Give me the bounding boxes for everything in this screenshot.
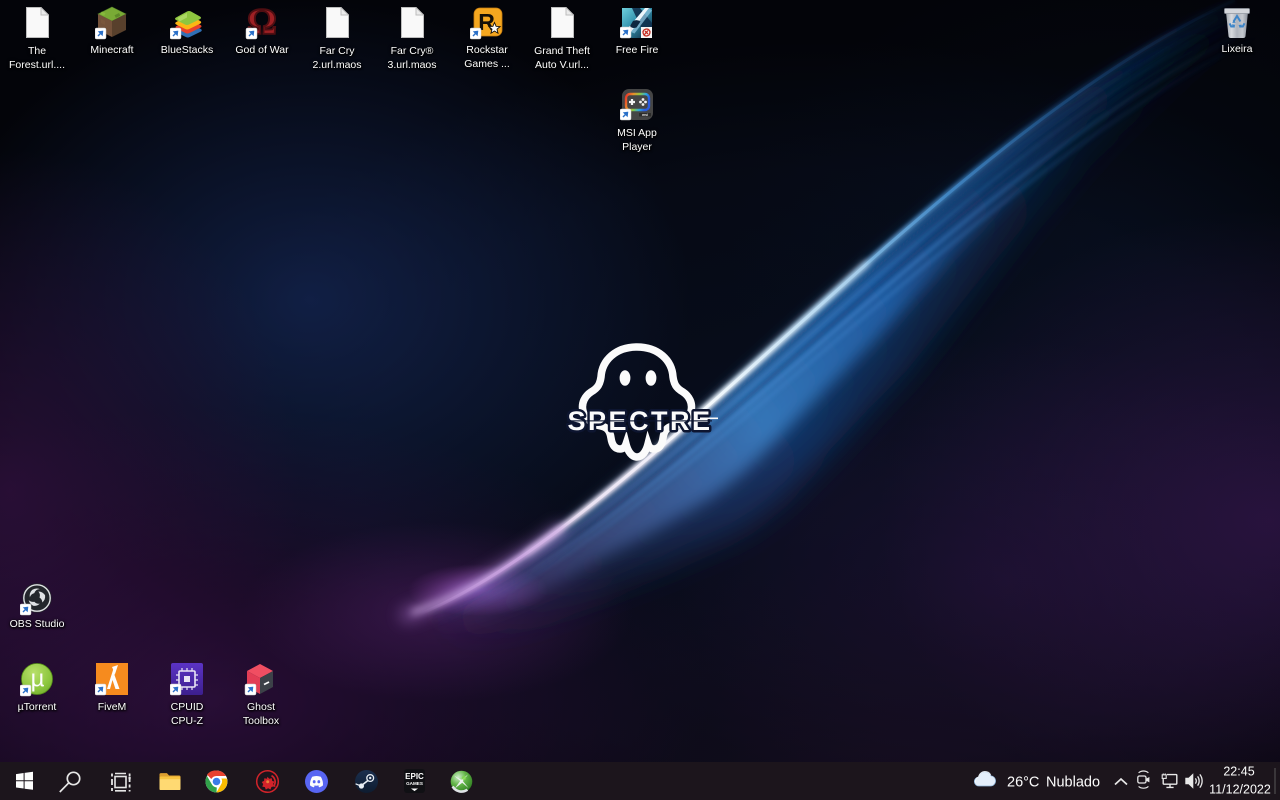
svg-text:26°C: 26°C [1007, 775, 1039, 791]
svg-text:11/12/2022: 11/12/2022 [1209, 783, 1271, 797]
svg-text:Nublado: Nublado [1046, 775, 1100, 791]
svg-text:msi: msi [642, 113, 648, 117]
svg-text:µ: µ [31, 666, 45, 693]
svg-text:EPIC: EPIC [405, 772, 424, 781]
svg-text:22:45: 22:45 [1223, 765, 1254, 779]
svg-text:GAMES: GAMES [406, 781, 423, 786]
